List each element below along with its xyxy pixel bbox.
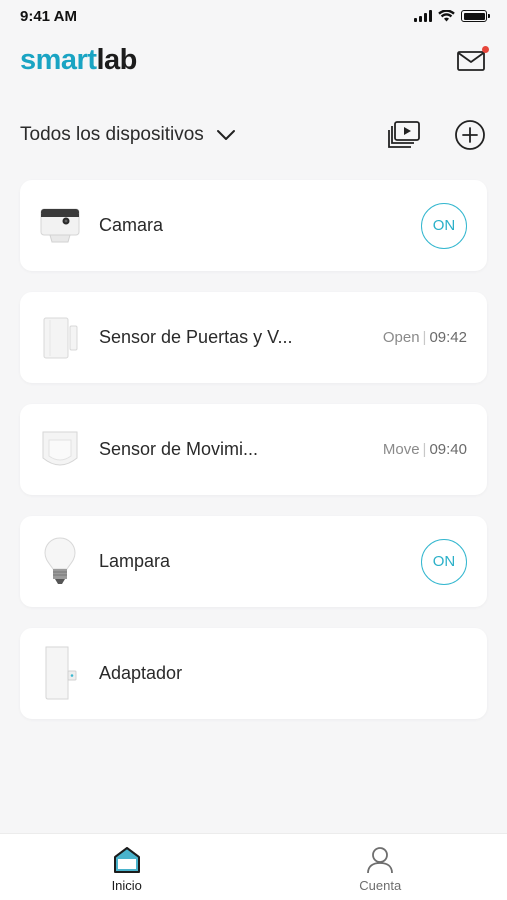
device-filter-dropdown[interactable]: Todos los dispositivos [20, 124, 236, 146]
filter-row: Todos los dispositivos [0, 112, 507, 158]
status-separator: | [422, 329, 427, 346]
status-time: 9:41 AM [20, 7, 77, 25]
device-status: Move | 09:40 [383, 441, 467, 458]
nav-label: Inicio [111, 878, 142, 893]
device-card-motion-sensor[interactable]: Sensor de Movimi... Move | 09:40 [20, 404, 487, 495]
smartlab-logo: smartlab [20, 43, 137, 76]
add-device-button[interactable] [453, 118, 487, 152]
video-library-icon [388, 121, 420, 148]
cellular-signal-icon [414, 10, 432, 22]
app-header: smartlab [0, 36, 507, 84]
nav-item-cuenta[interactable]: Cuenta [254, 834, 507, 900]
media-library-button[interactable] [387, 118, 421, 152]
device-name: Sensor de Puertas y V... [99, 327, 293, 347]
device-list: Camara ON Sensor de Puertas y V... Open |… [20, 180, 487, 740]
status-separator: | [422, 441, 427, 458]
device-status: Open | 09:42 [383, 329, 467, 346]
status-time: 09:42 [429, 329, 467, 346]
nav-label: Cuenta [359, 878, 402, 893]
user-icon [367, 847, 394, 874]
status-value: Move [382, 441, 420, 458]
device-name: Lampara [99, 551, 171, 571]
device-card-adaptador[interactable]: Adaptador [20, 628, 487, 719]
device-name: Camara [99, 215, 164, 235]
adapter-icon [38, 639, 82, 709]
power-toggle-button[interactable]: ON [421, 538, 467, 585]
door-sensor-icon [38, 303, 82, 373]
chevron-down-icon [216, 130, 235, 140]
device-card-lampara[interactable]: Lampara ON [20, 516, 487, 607]
motion-sensor-icon [38, 415, 82, 485]
nav-item-inicio[interactable]: Inicio [0, 834, 254, 900]
messages-button[interactable] [455, 44, 489, 76]
battery-icon [461, 10, 490, 22]
status-bar: 9:41 AM [0, 0, 507, 32]
device-card-camara[interactable]: Camara ON [20, 180, 487, 271]
status-value: Open [382, 329, 420, 346]
camera-icon [38, 191, 82, 261]
status-icons [414, 10, 490, 22]
power-toggle-button[interactable]: ON [421, 202, 467, 249]
notification-dot [482, 46, 489, 53]
home-icon [113, 847, 140, 873]
status-time: 09:40 [429, 441, 467, 458]
plus-circle-icon [455, 120, 485, 150]
device-name: Adaptador [99, 663, 183, 683]
bulb-icon [38, 527, 82, 597]
wifi-icon [438, 10, 455, 22]
filter-actions [387, 118, 487, 152]
device-name: Sensor de Movimi... [99, 439, 259, 459]
bottom-nav: Inicio Cuenta [0, 833, 507, 900]
device-filter-label: Todos los dispositivos [20, 124, 204, 145]
device-card-door-sensor[interactable]: Sensor de Puertas y V... Open | 09:42 [20, 292, 487, 383]
